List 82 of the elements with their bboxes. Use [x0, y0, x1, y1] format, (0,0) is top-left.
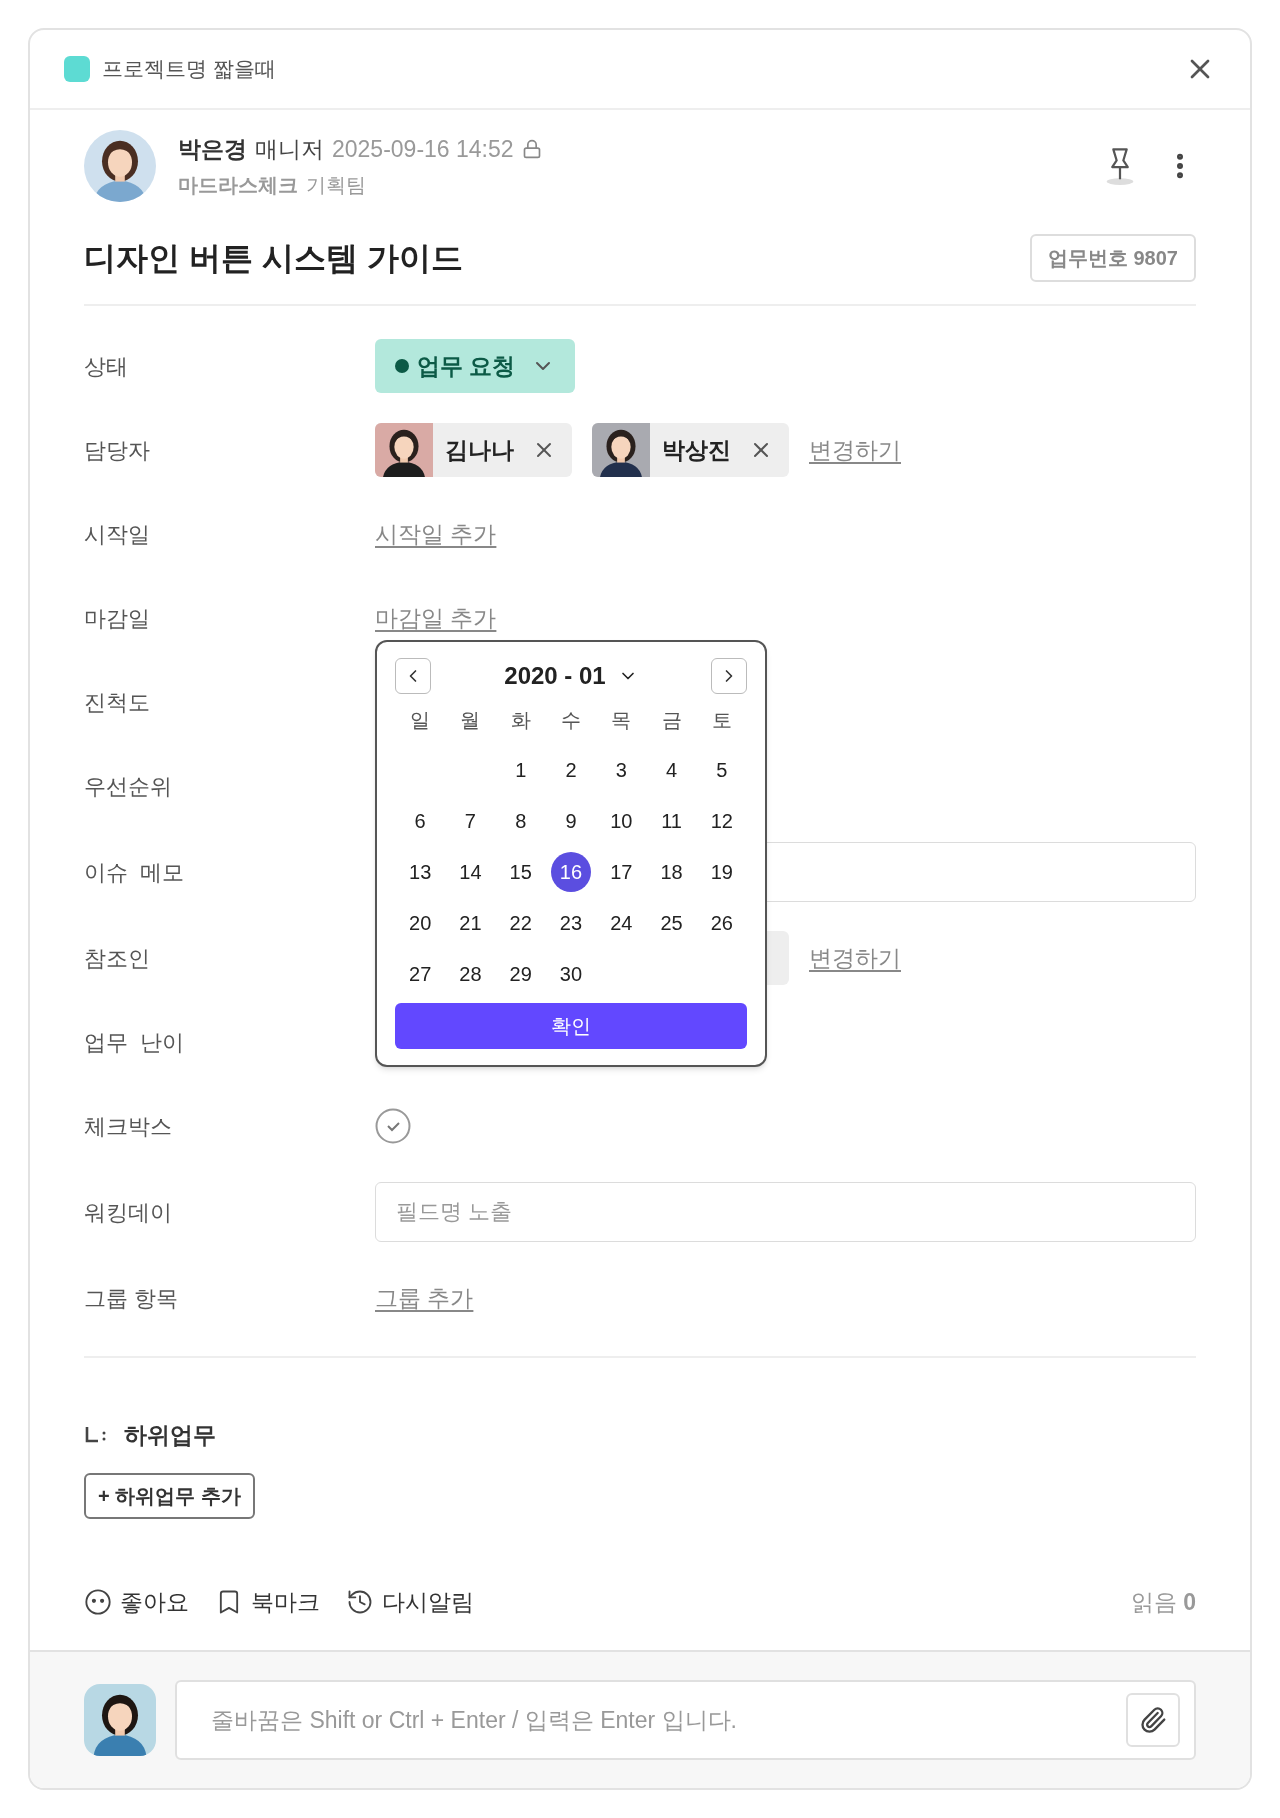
calendar-day[interactable]: 13	[400, 851, 441, 892]
field-label: 우선순위	[84, 772, 173, 801]
comment-input[interactable]: 줄바꿈은 Shift or Ctrl + Enter / 입력은 Enter 입니다.	[211, 1702, 1126, 1738]
calendar-day[interactable]: 7	[450, 800, 491, 841]
field-label: 참조인	[84, 944, 151, 973]
calendar-day[interactable]: 16	[551, 851, 591, 892]
calendar-day[interactable]: 26	[701, 902, 742, 943]
assignee-name: 박상진	[662, 435, 732, 465]
calendar-day[interactable]: 27	[400, 953, 441, 994]
add-subtask-button[interactable]: + 하위업무 추가	[84, 1472, 255, 1519]
add-link[interactable]: 그룹 추가	[375, 1280, 474, 1316]
team-name: 기획팀	[306, 173, 366, 199]
author-name: 박은경	[178, 134, 247, 164]
author-role: 매니저	[255, 134, 324, 164]
calendar-day[interactable]: 29	[500, 953, 541, 994]
calendar-day[interactable]: 12	[701, 800, 742, 841]
subtask-title: 하위업무	[124, 1421, 216, 1450]
change-link[interactable]: 변경하기	[809, 432, 901, 468]
task-number-badge: 업무번호 9807	[1029, 234, 1196, 282]
calendar-day[interactable]: 18	[651, 851, 692, 892]
attach-button[interactable]	[1126, 1693, 1180, 1747]
calendar-day[interactable]: 28	[450, 953, 491, 994]
field-label: 워킹데이	[84, 1198, 173, 1227]
add-link[interactable]: 마감일 추가	[375, 600, 497, 636]
calendar-day[interactable]: 30	[551, 953, 591, 994]
confirm-button[interactable]: 확인	[395, 1003, 747, 1049]
calendar-day[interactable]: 21	[450, 902, 491, 943]
change-link[interactable]: 변경하기	[809, 940, 901, 976]
action-button[interactable]: 다시알림	[346, 1584, 474, 1619]
check-circle-icon[interactable]	[375, 1108, 411, 1144]
calendar-day[interactable]: 5	[701, 749, 742, 790]
company-name: 마드라스체크	[178, 173, 298, 199]
weekday-label: 금	[660, 708, 683, 732]
calendar-day[interactable]: 23	[551, 902, 591, 943]
calendar-day[interactable]: 10	[601, 800, 642, 841]
field-label: 진척도	[84, 688, 151, 717]
calendar-day[interactable]: 4	[651, 749, 692, 790]
calendar-day[interactable]: 6	[400, 800, 441, 841]
calendar-day[interactable]: 15	[500, 851, 541, 892]
field-label: 상태	[84, 352, 129, 381]
weekday-label: 목	[610, 708, 633, 732]
action-button[interactable]: 좋아요	[84, 1584, 189, 1619]
weekday-label: 일	[409, 708, 432, 732]
field-label: 담당자	[84, 436, 151, 465]
calendar-day[interactable]: 3	[601, 749, 642, 790]
calendar-day[interactable]: 11	[651, 800, 692, 841]
weekday-label: 토	[710, 708, 733, 732]
calendar-day[interactable]: 1	[500, 749, 541, 790]
read-count: 읽음 0	[1130, 1587, 1196, 1617]
add-link[interactable]: 시작일 추가	[375, 516, 497, 552]
text-input[interactable]: 필드명 노출	[375, 1182, 1196, 1242]
calendar-day[interactable]: 9	[551, 800, 591, 841]
status-dropdown[interactable]: 업무 요청	[375, 339, 576, 393]
field-label: 체크박스	[84, 1112, 173, 1141]
post-datetime: 2025-09-16 14:52	[332, 134, 514, 164]
weekday-label: 수	[560, 708, 582, 732]
action-button[interactable]: 북마크	[215, 1584, 320, 1619]
field-label: 그룹 항목	[84, 1284, 180, 1313]
calendar-day[interactable]: 17	[601, 851, 642, 892]
calendar-day[interactable]: 22	[500, 902, 541, 943]
paperclip-icon	[1139, 1706, 1167, 1734]
calendar-day[interactable]: 20	[400, 902, 441, 943]
calendar-day[interactable]: 19	[701, 851, 742, 892]
assignee-name: 김나나	[445, 435, 515, 465]
field-label: 업무 난이	[84, 1028, 186, 1057]
field-label: 마감일	[84, 604, 151, 633]
project-color-icon	[64, 56, 90, 82]
project-name: 프로젝트명 짧을때	[102, 56, 276, 83]
field-label: 이슈 메모	[84, 858, 186, 887]
weekday-label: 월	[459, 708, 482, 732]
calendar-day[interactable]: 8	[500, 800, 541, 841]
lock-icon	[521, 139, 542, 159]
task-title: 디자인 버튼 시스템 가이드	[84, 239, 463, 278]
calendar-day[interactable]: 24	[601, 902, 642, 943]
calendar-day[interactable]: 25	[651, 902, 692, 943]
calendar-day[interactable]: 2	[551, 749, 591, 790]
smiley-icon	[84, 1587, 112, 1616]
calendar-day[interactable]: 14	[450, 851, 491, 892]
month-selector[interactable]: 2020 - 01	[504, 658, 638, 694]
weekday-label: 화	[509, 708, 532, 732]
comment-field[interactable]: 줄바꿈은 Shift or Ctrl + Enter / 입력은 Enter 입니다.	[175, 1680, 1196, 1760]
field-label: 시작일	[84, 520, 151, 549]
